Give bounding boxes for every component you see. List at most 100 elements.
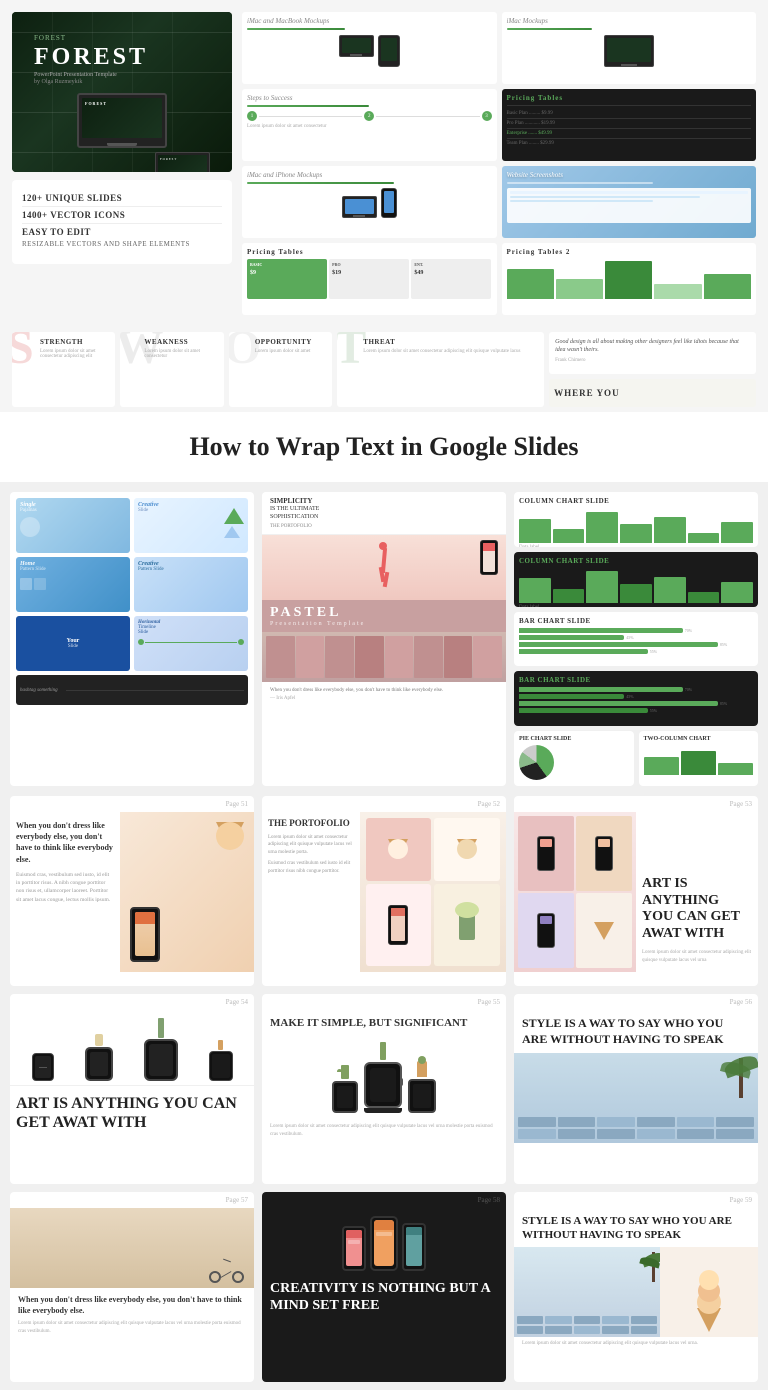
building-windows (514, 1113, 758, 1143)
pricing-dark-title: Pricing Tables (507, 94, 752, 102)
phone-teal (402, 1223, 426, 1271)
page58-title: CREATIVITY IS NOTHING BUT A MIND SET FRE… (270, 1281, 498, 1315)
phone-item-3 (518, 893, 574, 968)
pricing-white-title-2: Pricing Tables 2 (507, 248, 752, 256)
website-title: Website Screenshots (507, 171, 752, 179)
small-slide-5: Your Slide (16, 616, 130, 671)
swot-opportunity-label: OPPORTUNITY (255, 338, 326, 346)
simplicity-header: SIMPLICITY IS THE ULTIMATE SOPHISTICATIO… (262, 492, 506, 535)
where-you-text: WHERE YOU (554, 388, 619, 398)
page59-icecream (660, 1247, 758, 1337)
seats-image (262, 632, 506, 682)
page51-body: Euismod cras, vestibulum sed iusto, id e… (16, 871, 114, 904)
page57-text: When you don't dress like everybody else… (10, 1288, 254, 1341)
swot-threat-label: THREAT (363, 338, 538, 346)
flamingo-area (262, 535, 506, 600)
swot-opportunity: O OPPORTUNITY Lorem ipsum dolor sit amet (229, 332, 332, 407)
forest-stats-card: 120+ UNIQUE SLIDES 1400+ VECTOR ICONS EA… (12, 180, 232, 264)
page59-title-area: STYLE IS A WAY TO SAY WHO YOU ARE WITHOU… (514, 1208, 758, 1247)
building-windows-2 (514, 1313, 660, 1337)
page59-card: Page 59 STYLE IS A WAY TO SAY WHO YOU AR… (514, 1192, 758, 1382)
page56-card: Page 56 STYLE IS A WAY TO SAY WHO YOU AR… (514, 994, 758, 1184)
small-slide-1: Single Pajamas (16, 498, 130, 553)
quote-where-section: Good design is all about making other de… (549, 332, 756, 407)
page54-big-text: ART IS ANYTHING YOU CAN GET AWAT WITH (16, 1094, 248, 1132)
page56-title-area: STYLE IS A WAY TO SAY WHO YOU ARE WITHOU… (514, 1010, 758, 1053)
row3-section: Page 54 (0, 986, 768, 1184)
page58-phones (262, 1208, 506, 1275)
ice-img-1 (366, 818, 432, 881)
swot-row: S STRENGTH Lorem ipsum dolor sit amet co… (0, 327, 768, 412)
page58-card: Page 58 (262, 1192, 506, 1382)
page51-content: When you don't dress like everybody else… (10, 812, 254, 972)
page51-text: When you don't dress like everybody else… (10, 812, 120, 972)
page52-content: THE PORTOFOLIO Lorem ipsum dolor sit ame… (262, 812, 506, 972)
page56-building (514, 1053, 758, 1143)
pie-chart-slide: PIE CHART SLIDE (514, 731, 634, 786)
page53-content: ART IS ANYTHING YOU CAN GET AWAT WITH Lo… (514, 812, 758, 972)
small-slide-2: Creative Slide (134, 498, 248, 553)
swot-threat: T THREAT Lorem ipsum dolor sit amet cons… (337, 332, 544, 407)
phone-item-4 (576, 893, 632, 968)
title-section: How to Wrap Text in Google Slides (0, 412, 768, 482)
slide-title-2: iMac Mockups (507, 17, 752, 25)
forest-template-showcase: FOREST FOREST PowerPoint Presentation Te… (12, 12, 232, 315)
watch-small-2 (209, 1040, 233, 1081)
page54-text: ART IS ANYTHING YOU CAN GET AWAT WITH (10, 1086, 254, 1140)
small-slides-card: Single Pajamas Creative Slide Home Patte… (10, 492, 254, 786)
watch-with-plant-1 (332, 1065, 358, 1113)
pie-chart-title: PIE CHART SLIDE (519, 736, 629, 742)
page56-num: Page 56 (514, 994, 758, 1010)
stat-slides: 120+ UNIQUE SLIDES (22, 190, 222, 207)
page54-card: Page 54 (10, 994, 254, 1184)
main-title: How to Wrap Text in Google Slides (40, 432, 728, 462)
page58-text: CREATIVITY IS NOTHING BUT A MIND SET FRE… (262, 1275, 506, 1321)
laptop-mockup-small: FOREST (34, 152, 210, 172)
forest-badge: FOREST (34, 34, 210, 42)
imac-iphone-title: iMac and iPhone Mockups (247, 171, 492, 179)
page55-title-area: MAKE IT SIMPLE, BUT SIGNIFICANT (262, 1010, 506, 1036)
page55-watches-row (262, 1036, 506, 1119)
pricing-white-title: Pricing Tables (247, 248, 492, 256)
phone-pink (342, 1226, 366, 1271)
page59-body: Lorem ipsum dolor sit amet consectetur a… (514, 1337, 758, 1350)
two-col-title: TWO-COLUMN CHART (644, 736, 754, 742)
column-chart-light: COLUMN CHART SLIDE Data label (514, 492, 758, 547)
page59-bottom (514, 1247, 758, 1337)
steps-title: Steps to Success (247, 94, 492, 102)
page57-card: Page 57 When you don't dress like everyb… (10, 1192, 254, 1382)
row4-section: Page 57 When you don't dress like everyb… (0, 1184, 768, 1390)
small-slide-6: Horizontal Timeline Slide (134, 616, 248, 671)
phone-item-1 (518, 816, 574, 891)
stat-edit: EASY TO EDIT RESIZABLE VECTORS AND SHAPE… (22, 224, 222, 254)
page52-body: Lorem ipsum dolor sit amet consectetur a… (268, 834, 354, 857)
pastel-quote-attr: — Iris Apfel (270, 696, 498, 701)
page54-num: Page 54 (10, 994, 254, 1010)
pricing-dark-slide: Pricing Tables Basic Plan ......... $9.9… (502, 89, 757, 161)
pricing-white-slide-2: Pricing Tables 2 (502, 243, 757, 315)
imac-iphone-slide: iMac and iPhone Mockups (242, 166, 497, 238)
quote-attr-1: Frank Chimero (555, 358, 750, 363)
pie-two-col: PIE CHART SLIDE TWO-COLUMN CHART (514, 731, 758, 786)
pastel-main-title: PASTEL (270, 605, 498, 621)
page57-bike-scene (10, 1208, 254, 1288)
forest-slides-right: iMac and MacBook Mockups (242, 12, 756, 315)
chart-slides-col: COLUMN CHART SLIDE Data label COLUMN CHA… (514, 492, 758, 786)
page52-images (360, 812, 506, 972)
page52-text: THE PORTOFOLIO Lorem ipsum dolor sit ame… (262, 812, 360, 972)
triple-scoop (694, 1272, 724, 1332)
page58-num: Page 58 (262, 1192, 506, 1208)
page57-num: Page 57 (10, 1192, 254, 1208)
ice-img-2 (434, 818, 500, 881)
phone-mockup-1 (130, 907, 160, 962)
pastel-card: SIMPLICITY IS THE ULTIMATE SOPHISTICATIO… (262, 492, 506, 786)
watch-center-large (364, 1042, 402, 1113)
page51-num: Page 51 (10, 796, 254, 812)
steps-slide: Steps to Success 1 2 3 Lorem ipsum dolor… (242, 89, 497, 161)
pastel-subtitle: Presentation Template (270, 621, 498, 627)
page53-big-text: ART IS ANYTHING YOU CAN GET AWAT WITH (642, 876, 752, 943)
col-chart-dark-title: COLUMN CHART SLIDE (519, 557, 753, 565)
page57-quote: When you don't dress like everybody else… (18, 1294, 246, 1316)
where-you-slide: WHERE YOU (549, 379, 756, 407)
phone-item-2 (576, 816, 632, 891)
